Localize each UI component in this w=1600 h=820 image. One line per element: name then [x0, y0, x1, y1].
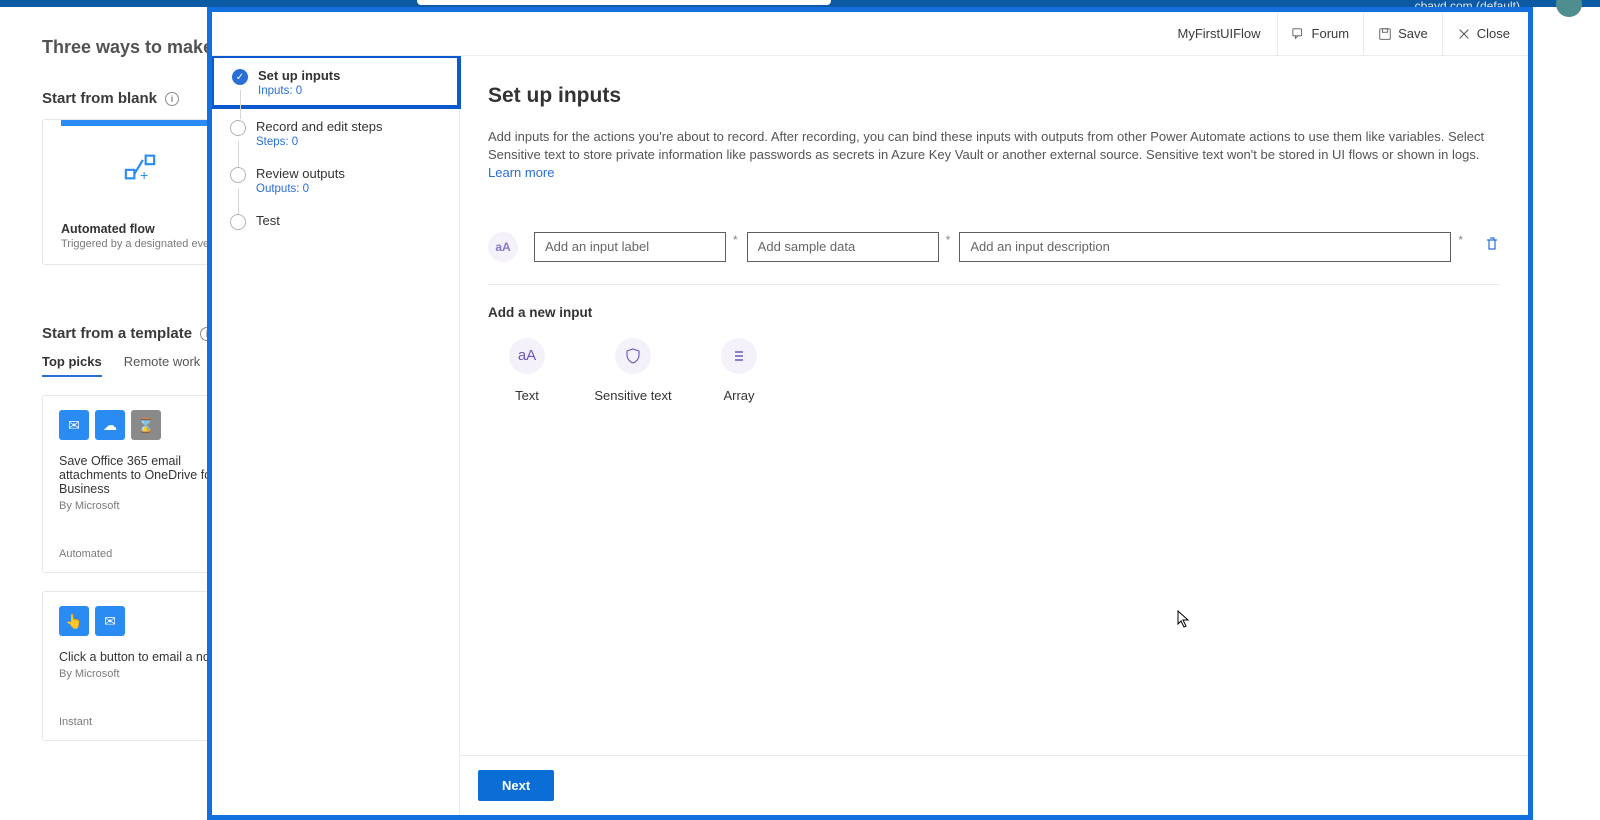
input-definition-row: aA * * *: [488, 232, 1500, 262]
cursor-icon: [1177, 610, 1191, 632]
close-icon: [1457, 27, 1471, 41]
input-type-options: aA Text Sensitive text Array: [488, 338, 1500, 403]
add-text-input[interactable]: aA Text: [488, 338, 566, 403]
onedrive-icon: ☁: [95, 410, 125, 440]
input-description-field[interactable]: [959, 232, 1451, 262]
flow-plus-icon: +: [123, 150, 157, 191]
outlook-icon: ✉: [59, 410, 89, 440]
approval-icon: ⌛: [131, 410, 161, 440]
wizard-steps: ✓ Set up inputs Inputs: 0 Record and edi…: [212, 56, 460, 815]
step-title: Record and edit steps: [256, 119, 382, 134]
tab-remote-work[interactable]: Remote work: [124, 354, 201, 377]
step-subtitle: Inputs: 0: [258, 85, 340, 97]
required-asterisk: *: [1458, 233, 1463, 247]
sample-data-field[interactable]: [747, 232, 939, 262]
text-type-icon: aA: [488, 232, 518, 262]
step-setup-inputs[interactable]: ✓ Set up inputs Inputs: 0: [212, 56, 461, 109]
save-button[interactable]: Save: [1363, 12, 1442, 55]
check-icon: ✓: [232, 69, 248, 85]
step-title: Test: [256, 213, 280, 228]
forum-icon: [1292, 27, 1306, 41]
step-subtitle: Outputs: 0: [256, 183, 345, 195]
ui-flow-modal: MyFirstUIFlow Forum Save Close ✓ Set up …: [207, 7, 1533, 820]
delete-input-button[interactable]: [1484, 236, 1500, 257]
browser-url-bar[interactable]: [417, 0, 831, 5]
input-label-field[interactable]: [534, 232, 726, 262]
flow-name-label[interactable]: MyFirstUIFlow: [1162, 26, 1277, 41]
step-review-outputs[interactable]: Review outputs Outputs: 0: [212, 156, 459, 203]
tab-top-picks[interactable]: Top picks: [42, 354, 102, 377]
add-array-input[interactable]: Array: [700, 338, 778, 403]
shield-icon: [615, 338, 651, 374]
required-asterisk: *: [946, 233, 951, 247]
step-record-edit[interactable]: Record and edit steps Steps: 0: [212, 109, 459, 156]
step-title: Set up inputs: [258, 68, 340, 83]
add-new-input-heading: Add a new input: [488, 305, 1500, 320]
svg-text:+: +: [140, 167, 148, 183]
required-asterisk: *: [733, 233, 738, 247]
step-test[interactable]: Test: [212, 203, 459, 238]
mail-icon: ✉: [95, 606, 125, 636]
modal-toolbar: MyFirstUIFlow Forum Save Close: [212, 12, 1528, 56]
step-title: Review outputs: [256, 166, 345, 181]
forum-button[interactable]: Forum: [1277, 12, 1364, 55]
text-type-icon: aA: [509, 338, 545, 374]
save-icon: [1378, 27, 1392, 41]
content-description: Add inputs for the actions you're about …: [488, 128, 1493, 182]
step-dot-icon: [230, 120, 246, 136]
next-button[interactable]: Next: [478, 770, 554, 801]
info-icon[interactable]: i: [165, 92, 179, 106]
step-dot-icon: [230, 167, 246, 183]
trash-icon: [1484, 236, 1500, 252]
add-sensitive-text-input[interactable]: Sensitive text: [594, 338, 672, 403]
step-dot-icon: [230, 214, 246, 230]
close-button[interactable]: Close: [1442, 12, 1524, 55]
button-icon: 👆: [59, 606, 89, 636]
content-area: Set up inputs Add inputs for the actions…: [460, 56, 1528, 815]
content-footer: Next: [460, 755, 1528, 815]
learn-more-link[interactable]: Learn more: [488, 165, 554, 180]
list-icon: [721, 338, 757, 374]
step-subtitle: Steps: 0: [256, 136, 382, 148]
content-title: Set up inputs: [488, 84, 1500, 108]
